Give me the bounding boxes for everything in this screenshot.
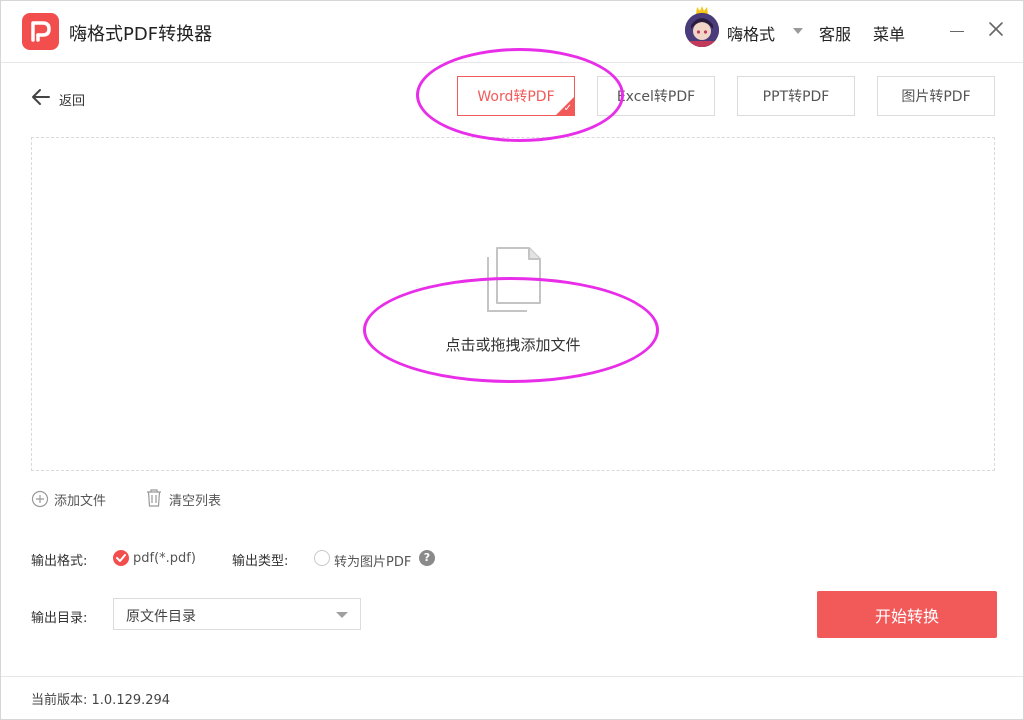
output-dir-value: 原文件目录 [126,609,196,625]
chevron-down-icon [336,612,348,618]
tab-image-to-pdf[interactable]: 图片转PDF [877,76,995,116]
customer-service-link[interactable]: 客服 [819,21,851,45]
add-file-label: 添加文件 [54,494,107,509]
type-image-pdf-label: 转为图片PDF [334,555,412,570]
arrow-left-icon [32,89,50,105]
status-bar: 当前版本: 1.0.129.294 [1,676,1023,720]
back-label: 返回 [59,94,86,109]
tab-excel-to-pdf[interactable]: Excel转PDF [597,76,715,116]
output-dir-select[interactable]: 原文件目录 [113,598,361,630]
tab-label: 图片转PDF [901,89,971,105]
user-name[interactable]: 嗨格式 [727,21,775,45]
app-window: 嗨格式PDF转换器 嗨格式 客服 菜单 返回 Word转PDF ✓ Excel转… [0,0,1024,720]
plus-circle-icon [31,490,49,508]
output-type-label: 输出类型: [232,554,289,569]
output-format-label: 输出格式: [31,554,88,569]
trash-icon [147,489,161,507]
tab-label: Word转PDF [477,89,555,105]
menu-link[interactable]: 菜单 [873,21,905,45]
app-logo-icon [22,13,59,50]
app-title: 嗨格式PDF转换器 [69,24,213,45]
tab-word-to-pdf[interactable]: Word转PDF ✓ [457,76,575,116]
clear-list-label: 清空列表 [169,494,222,509]
drop-zone-hint: 点击或拖拽添加文件 [445,336,581,354]
avatar[interactable] [685,13,719,47]
user-dropdown-caret-icon[interactable] [793,28,803,34]
type-image-pdf-radio[interactable] [314,550,330,566]
title-bar: 嗨格式PDF转换器 嗨格式 客服 菜单 [1,1,1023,63]
help-icon[interactable]: ? [419,550,435,566]
version-text: 当前版本: 1.0.129.294 [31,693,171,708]
format-pdf-radio[interactable] [113,550,129,566]
close-icon[interactable] [986,19,1006,39]
tab-ppt-to-pdf[interactable]: PPT转PDF [737,76,855,116]
check-icon [116,554,126,562]
start-convert-button[interactable]: 开始转换 [817,591,997,638]
format-pdf-label: pdf(*.pdf) [133,551,196,566]
tab-label: Excel转PDF [616,89,696,105]
check-icon: ✓ [563,103,572,114]
tab-label: PPT转PDF [762,89,830,105]
minimize-icon[interactable] [950,31,964,32]
documents-icon [487,247,541,312]
output-dir-label: 输出目录: [31,611,88,626]
